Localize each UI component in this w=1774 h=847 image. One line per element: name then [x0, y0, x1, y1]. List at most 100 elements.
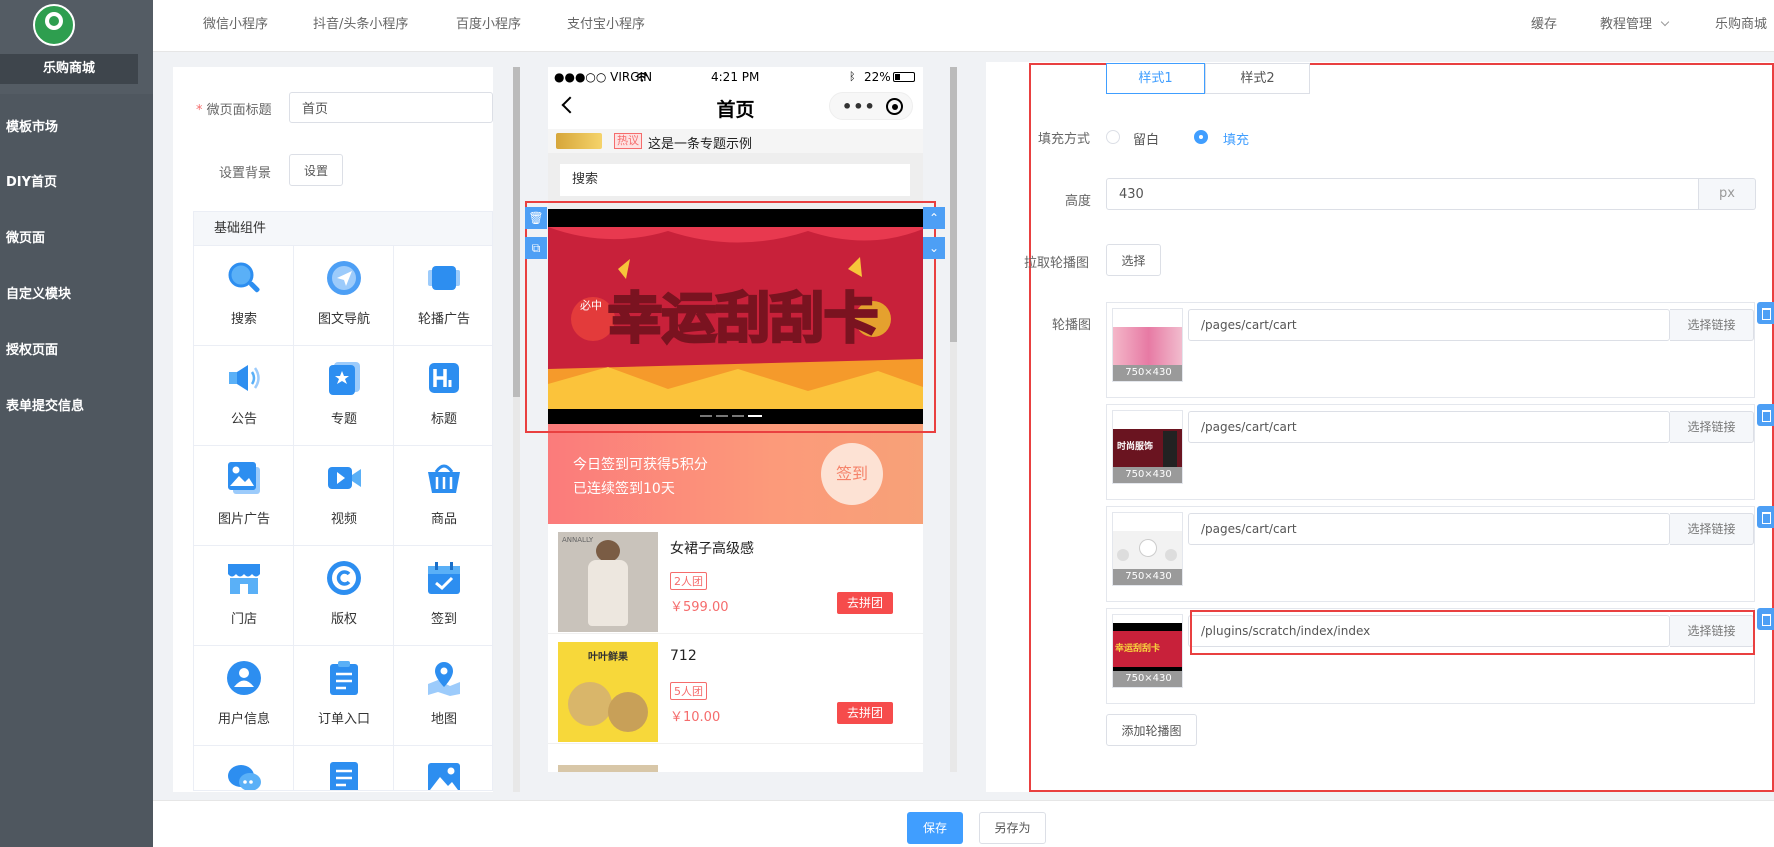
sidebar-item-custom-module[interactable]: 自定义模块 [6, 283, 71, 302]
wifi-icon [636, 72, 648, 82]
product-card[interactable]: 叶叶鲜果 712 5人团 ￥10.00 去拼团 [548, 634, 923, 744]
trash-icon[interactable] [1757, 506, 1774, 528]
close-target-icon[interactable] [886, 98, 903, 115]
component-announcement[interactable]: 公告 [194, 346, 294, 446]
signin-button[interactable]: 签到 [821, 443, 883, 505]
component-user-info[interactable]: 用户信息 [194, 646, 294, 746]
tutorial-label: 教程管理 [1600, 17, 1653, 32]
component-goods[interactable]: 商品 [394, 446, 492, 546]
carousel-list-label: 轮播图 [1052, 318, 1092, 333]
shop-menu[interactable]: 乐购商城 [1715, 13, 1767, 32]
trash-icon[interactable] [1757, 608, 1774, 630]
chat-icon [228, 765, 261, 790]
scrollbar-thumb[interactable] [950, 67, 957, 342]
component-topic[interactable]: 专题 [294, 346, 394, 446]
save-button[interactable]: 保存 [907, 812, 963, 844]
selected-module-outline [525, 201, 936, 433]
sidebar-item-form-submissions[interactable]: 表单提交信息 [6, 395, 84, 414]
carousel-icon [428, 266, 460, 290]
topic-icon [329, 362, 360, 395]
slide-link-input[interactable]: /pages/cart/cart [1188, 513, 1670, 545]
tab-douyin[interactable]: 抖音/头条小程序 [313, 13, 408, 32]
save-as-button[interactable]: 另存为 [979, 812, 1046, 844]
slide-link-input[interactable]: /pages/cart/cart [1188, 309, 1670, 341]
product-card[interactable]: ANNALLY 女裙子高级感 2人团 ￥599.00 去拼团 [548, 524, 923, 634]
product-price: ￥599.00 [670, 600, 729, 615]
copy-module-icon[interactable]: ⧉ [525, 237, 547, 259]
component-search[interactable]: 搜索 [194, 246, 294, 346]
component-store[interactable]: 门店 [194, 546, 294, 646]
user-info-icon [227, 661, 261, 695]
scrollbar-thumb[interactable] [513, 67, 520, 397]
sidebar-item-template-market[interactable]: 模板市场 [6, 116, 58, 135]
slide-thumbnail[interactable]: 幸运刮刮卡 750×430 [1112, 614, 1183, 688]
style-tab-2[interactable]: 样式2 [1205, 63, 1310, 94]
tab-baidu[interactable]: 百度小程序 [456, 13, 521, 32]
delete-module-icon[interactable]: 🗑 [525, 207, 547, 229]
sidebar-item-diy-home[interactable]: DIY首页 [6, 171, 57, 190]
battery-icon [893, 72, 915, 82]
brand-name: 乐购商城 [0, 54, 138, 84]
component-map[interactable]: 地图 [394, 646, 492, 746]
components-panel: 基础组件 搜索 图文导航 轮播广告 公告 专题 标题 图片广告 视频 商品 门店… [193, 211, 493, 791]
component-image-ad[interactable]: 图片广告 [194, 446, 294, 546]
component-order-entry[interactable]: 订单入口 [294, 646, 394, 746]
select-link-button[interactable]: 选择链接 [1670, 411, 1754, 443]
component-carousel[interactable]: 轮播广告 [394, 246, 492, 346]
component-heading[interactable]: 标题 [394, 346, 492, 446]
tab-wechat[interactable]: 微信小程序 [203, 13, 268, 32]
preview-scrollbar[interactable] [950, 67, 957, 772]
slide-thumbnail[interactable]: 时尚服饰 750×430 [1112, 410, 1183, 484]
group-buy-button[interactable]: 去拼团 [837, 702, 893, 724]
product-title: 女裙子高级感 [670, 541, 754, 557]
fill-option-blank-radio[interactable] [1106, 130, 1120, 144]
topic-notice[interactable]: 热议 这是一条专题示例 [548, 129, 923, 153]
group-tag: 2人团 [670, 572, 707, 590]
slide-thumbnail[interactable]: 750×430 [1112, 308, 1183, 382]
sidebar-item-micro-page[interactable]: 微页面 [6, 227, 45, 246]
status-battery: 22% [864, 70, 891, 84]
page-title-label: * 微页面标题 [196, 103, 272, 118]
search-box[interactable]: 搜索 [560, 164, 910, 196]
component-gallery[interactable] [394, 746, 492, 790]
fill-option-fill-label[interactable]: 填充 [1223, 129, 1249, 148]
move-down-icon[interactable]: ⌄ [923, 237, 945, 259]
select-link-button[interactable]: 选择链接 [1670, 513, 1754, 545]
fill-option-fill-radio[interactable] [1194, 130, 1208, 144]
component-copyright[interactable]: 版权 [294, 546, 394, 646]
select-link-button[interactable]: 选择链接 [1670, 309, 1754, 341]
more-icon[interactable]: ••• [842, 97, 876, 116]
component-navigation[interactable]: 图文导航 [294, 246, 394, 346]
tutorial-menu[interactable]: 教程管理 [1600, 13, 1670, 32]
pull-carousel-button[interactable]: 选择 [1106, 244, 1161, 276]
map-icon [428, 662, 460, 696]
cache-link[interactable]: 缓存 [1531, 13, 1557, 32]
component-text[interactable] [294, 746, 394, 790]
group-buy-button[interactable]: 去拼团 [837, 592, 893, 614]
background-label: 设置背景 [219, 166, 272, 181]
tab-alipay[interactable]: 支付宝小程序 [567, 13, 645, 32]
slide-thumbnail[interactable]: 750×430 [1112, 512, 1183, 586]
component-checkin[interactable]: 签到 [394, 546, 492, 646]
heading-icon [429, 363, 459, 393]
trash-icon[interactable] [1757, 302, 1774, 324]
set-background-button[interactable]: 设置 [289, 154, 343, 186]
left-panel-scrollbar[interactable] [513, 67, 520, 792]
sidebar-item-auth-page[interactable]: 授权页面 [6, 339, 58, 358]
component-video[interactable]: 视频 [294, 446, 394, 546]
order-entry-icon [330, 661, 358, 695]
height-input[interactable]: 430 [1106, 178, 1699, 210]
component-chat[interactable] [194, 746, 294, 790]
style-tab-1[interactable]: 样式1 [1106, 63, 1205, 94]
move-up-icon[interactable]: ⌃ [923, 207, 945, 229]
fill-option-blank-label[interactable]: 留白 [1133, 129, 1159, 148]
slide-link-input[interactable]: /pages/cart/cart [1188, 411, 1670, 443]
trash-icon[interactable] [1757, 404, 1774, 426]
capsule-menu[interactable]: ••• [829, 92, 913, 120]
product-price: ￥10.00 [670, 710, 721, 725]
copyright-icon [327, 561, 361, 595]
add-carousel-button[interactable]: 添加轮播图 [1106, 714, 1197, 746]
video-icon [328, 467, 361, 489]
navigation-icon [327, 261, 361, 295]
page-title-input[interactable]: 首页 [289, 92, 493, 123]
